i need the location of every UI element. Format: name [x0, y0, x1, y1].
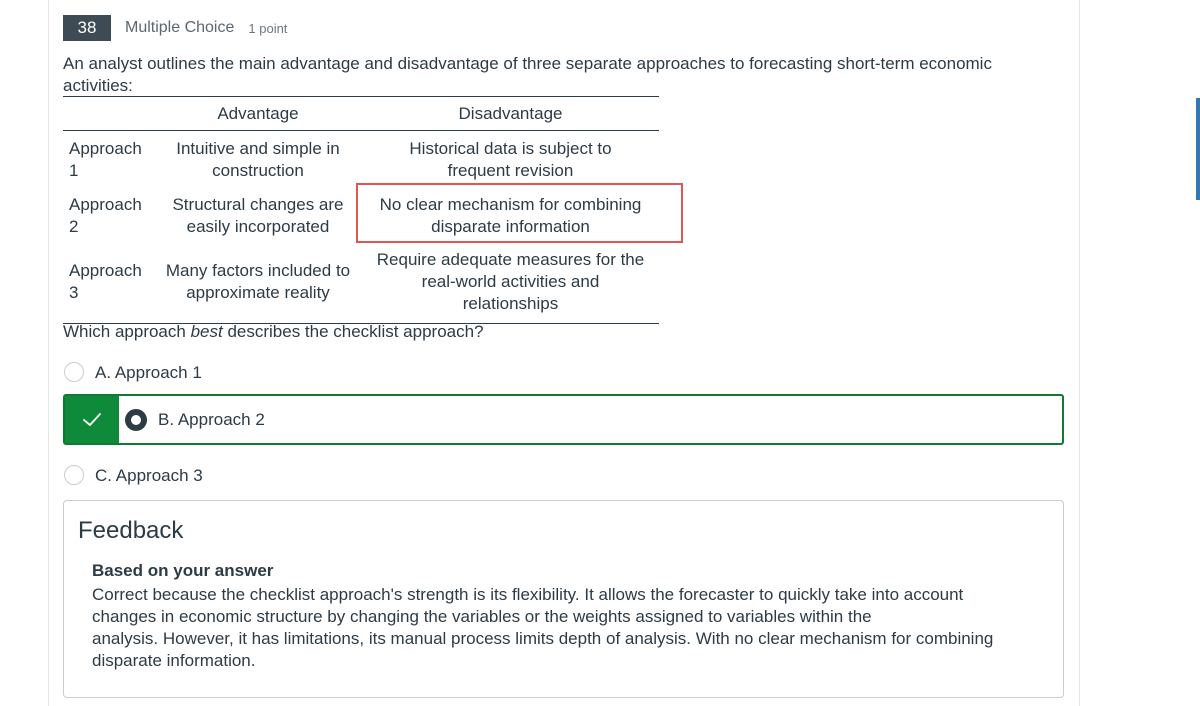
- table-row-label: Approach 1: [69, 139, 142, 180]
- option-a-label[interactable]: A. Approach 1: [95, 362, 202, 384]
- table-cell-disadvantage: Require adequate measures for the real-w…: [376, 250, 645, 313]
- option-b-label[interactable]: B. Approach 2: [158, 409, 265, 431]
- option-a-radio[interactable]: [64, 362, 84, 382]
- question-prompt: Which approach best describes the checkl…: [63, 322, 484, 341]
- question-number-badge: 38: [63, 15, 111, 41]
- table-row-label: Approach 3: [69, 261, 142, 302]
- question-stem: An analyst outlines the main advantage a…: [63, 54, 992, 95]
- feedback-panel: Feedback Based on your answer Correct be…: [63, 500, 1064, 698]
- table-header-divider: [63, 130, 659, 131]
- option-b-radio[interactable]: [125, 409, 147, 431]
- correct-flag: [65, 396, 119, 443]
- header-disadvantage: Disadvantage: [458, 104, 563, 123]
- highlight-box: [356, 183, 683, 243]
- feedback-body: Correct because the checklist approach's…: [92, 585, 994, 670]
- option-c-label[interactable]: C. Approach 3: [95, 465, 203, 487]
- option-b-row[interactable]: B. Approach 2: [63, 394, 1064, 445]
- question-header: 38 Multiple Choice 1 point: [63, 14, 287, 42]
- feedback-title: Feedback: [78, 517, 184, 544]
- table-cell-disadvantage: Historical data is subject to frequent r…: [409, 139, 612, 180]
- question-points: 1 point: [248, 20, 288, 36]
- table-row-label: Approach 2: [69, 195, 142, 236]
- scroll-indicator[interactable]: [1196, 98, 1200, 200]
- checkmark-icon: [83, 412, 101, 426]
- table-cell-advantage: Structural changes are easily incorporat…: [172, 195, 344, 236]
- table-cell-advantage: Intuitive and simple in construction: [176, 139, 340, 180]
- feedback-subtitle: Based on your answer: [92, 561, 274, 580]
- header-advantage: Advantage: [217, 104, 299, 123]
- table-cell-advantage: Many factors included to approximate rea…: [165, 261, 351, 302]
- question-type: Multiple Choice: [125, 19, 235, 36]
- option-c-radio[interactable]: [64, 465, 84, 485]
